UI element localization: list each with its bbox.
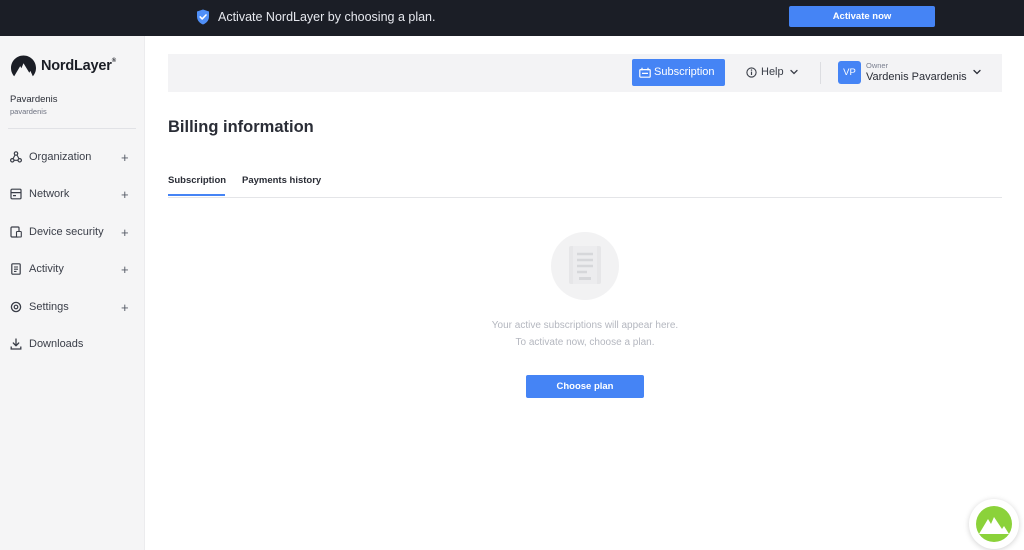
sidebar-item-downloads[interactable]: Downloads	[0, 332, 144, 356]
nordlayer-chat-icon	[976, 506, 1012, 542]
sidebar-item-settings[interactable]: Settings +	[0, 295, 144, 319]
choose-plan-button[interactable]: Choose plan	[526, 375, 644, 398]
account-role: Owner	[866, 61, 889, 70]
subscription-icon	[639, 67, 651, 78]
activity-icon	[11, 263, 21, 275]
user-name: Pavardenis	[10, 94, 58, 105]
expand-plus-icon[interactable]: +	[121, 187, 129, 202]
sidebar-item-label: Organization	[29, 151, 92, 163]
network-icon	[10, 188, 22, 200]
user-handle: pavardenis	[10, 107, 47, 116]
account-menu[interactable]: VP Owner Vardenis Pavardenis	[838, 60, 986, 86]
sidebar-item-label: Network	[29, 188, 70, 200]
expand-plus-icon[interactable]: +	[121, 225, 129, 240]
help-label: Help	[761, 66, 784, 78]
nordlayer-logo-icon	[11, 55, 36, 77]
expand-plus-icon[interactable]: +	[121, 150, 129, 165]
brand-name: NordLayer®	[41, 58, 116, 74]
sidebar-item-device-security[interactable]: Device security +	[0, 220, 144, 244]
header-divider	[820, 62, 821, 84]
tabs-divider	[168, 197, 1002, 198]
sidebar: NordLayer® Pavardenis pavardenis Organiz…	[0, 36, 145, 550]
empty-state-message: Your active subscriptions will appear he…	[491, 320, 679, 331]
sidebar-item-activity[interactable]: Activity +	[0, 257, 144, 281]
sidebar-item-label: Device security	[29, 226, 104, 238]
expand-plus-icon[interactable]: +	[121, 300, 129, 315]
account-name: Vardenis Pavardenis	[866, 71, 967, 83]
help-menu[interactable]: Help	[746, 66, 798, 78]
chevron-down-icon	[973, 69, 981, 75]
shield-check-icon	[197, 9, 209, 25]
sidebar-item-label: Activity	[29, 263, 64, 275]
tab-payments-history[interactable]: Payments history	[242, 175, 321, 186]
active-tab-indicator	[168, 194, 225, 196]
sidebar-item-organization[interactable]: Organization +	[0, 145, 144, 169]
info-icon	[746, 66, 757, 78]
chat-launcher-button[interactable]	[969, 499, 1019, 549]
subscription-button[interactable]: Subscription	[632, 59, 725, 86]
nordlayer-logo[interactable]: NordLayer®	[10, 55, 116, 77]
banner-message: Activate NordLayer by choosing a plan.	[218, 10, 436, 24]
subscription-button-label: Subscription	[654, 66, 715, 78]
device-security-icon	[10, 226, 22, 238]
sidebar-item-label: Downloads	[29, 338, 84, 350]
chevron-down-icon	[789, 69, 798, 75]
download-icon	[10, 338, 22, 350]
empty-state-hint: To activate now, choose a plan.	[515, 337, 655, 348]
expand-plus-icon[interactable]: +	[121, 262, 129, 277]
page-title: Billing information	[168, 118, 314, 136]
sidebar-divider	[8, 128, 136, 129]
sidebar-item-network[interactable]: Network +	[0, 182, 144, 206]
activate-now-button[interactable]: Activate now	[789, 6, 935, 27]
activation-banner: Activate NordLayer by choosing a plan. A…	[0, 0, 1024, 36]
settings-icon	[10, 301, 22, 313]
avatar: VP	[838, 61, 861, 84]
empty-subscriptions-illustration	[551, 232, 619, 300]
tab-subscription[interactable]: Subscription	[168, 175, 226, 186]
sidebar-item-label: Settings	[29, 301, 69, 313]
organization-icon	[10, 151, 22, 163]
